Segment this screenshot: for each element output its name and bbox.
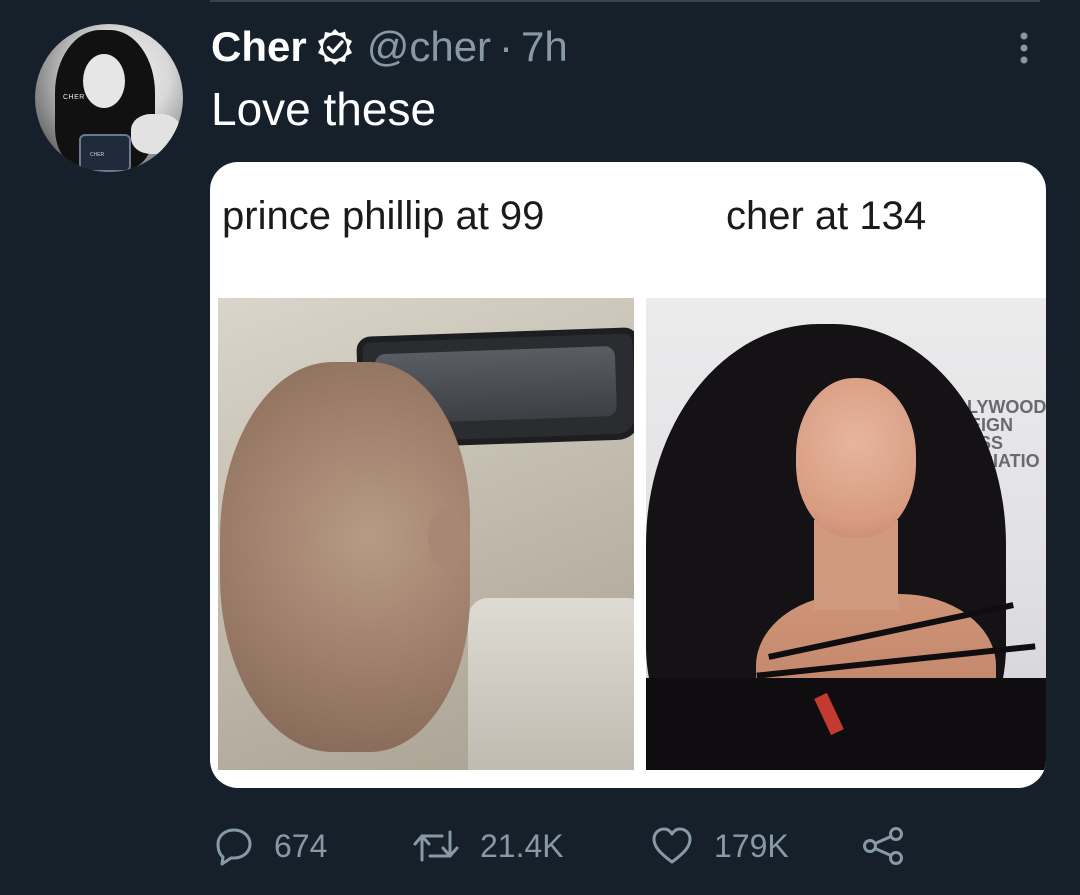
tweet-media[interactable]: prince phillip at 99 cher at 134 OLLYWOO… xyxy=(210,162,1046,788)
divider-line xyxy=(210,0,1040,2)
avatar-face xyxy=(83,54,125,108)
tweet-actions: 674 21.4K 179K xyxy=(214,822,974,870)
retweet-icon xyxy=(412,826,460,866)
avatar-bottle-text: CHER xyxy=(90,152,105,158)
like-count: 179K xyxy=(714,827,789,864)
woman-dress xyxy=(646,678,1046,770)
man-ear xyxy=(428,508,468,568)
reply-count: 674 xyxy=(274,827,328,864)
separator-dot: · xyxy=(499,23,514,70)
avatar-hand xyxy=(131,114,181,154)
avatar-bottle xyxy=(79,134,131,172)
verified-badge-icon xyxy=(315,27,355,67)
car-seat xyxy=(468,598,634,770)
retweet-button[interactable]: 21.4K xyxy=(412,822,564,870)
caption-left: prince phillip at 99 xyxy=(222,194,545,238)
retweet-count: 21.4K xyxy=(480,827,564,864)
caption-right: cher at 134 xyxy=(726,194,927,238)
avatar-brand-text: CHER xyxy=(63,94,85,101)
more-options-icon[interactable] xyxy=(1012,30,1036,66)
share-icon xyxy=(860,826,906,866)
heart-icon xyxy=(650,826,694,866)
woman-face xyxy=(796,378,916,538)
photo-left xyxy=(218,298,634,770)
reply-button[interactable]: 674 xyxy=(214,822,327,870)
tweet-time[interactable]: 7h xyxy=(521,23,568,71)
reply-icon xyxy=(214,826,254,866)
share-button[interactable] xyxy=(860,822,906,870)
photo-right: OLLYWOOD OREIGN PRESS SSOCIATIO xyxy=(646,298,1046,770)
author-handle[interactable]: @cher xyxy=(367,23,491,71)
tweet-header: Cher @cher · 7h xyxy=(211,22,568,72)
author-name[interactable]: Cher xyxy=(211,23,307,71)
avatar[interactable]: CHER CHER xyxy=(35,24,183,172)
like-button[interactable]: 179K xyxy=(650,822,789,870)
tweet-text: Love these xyxy=(211,83,437,135)
